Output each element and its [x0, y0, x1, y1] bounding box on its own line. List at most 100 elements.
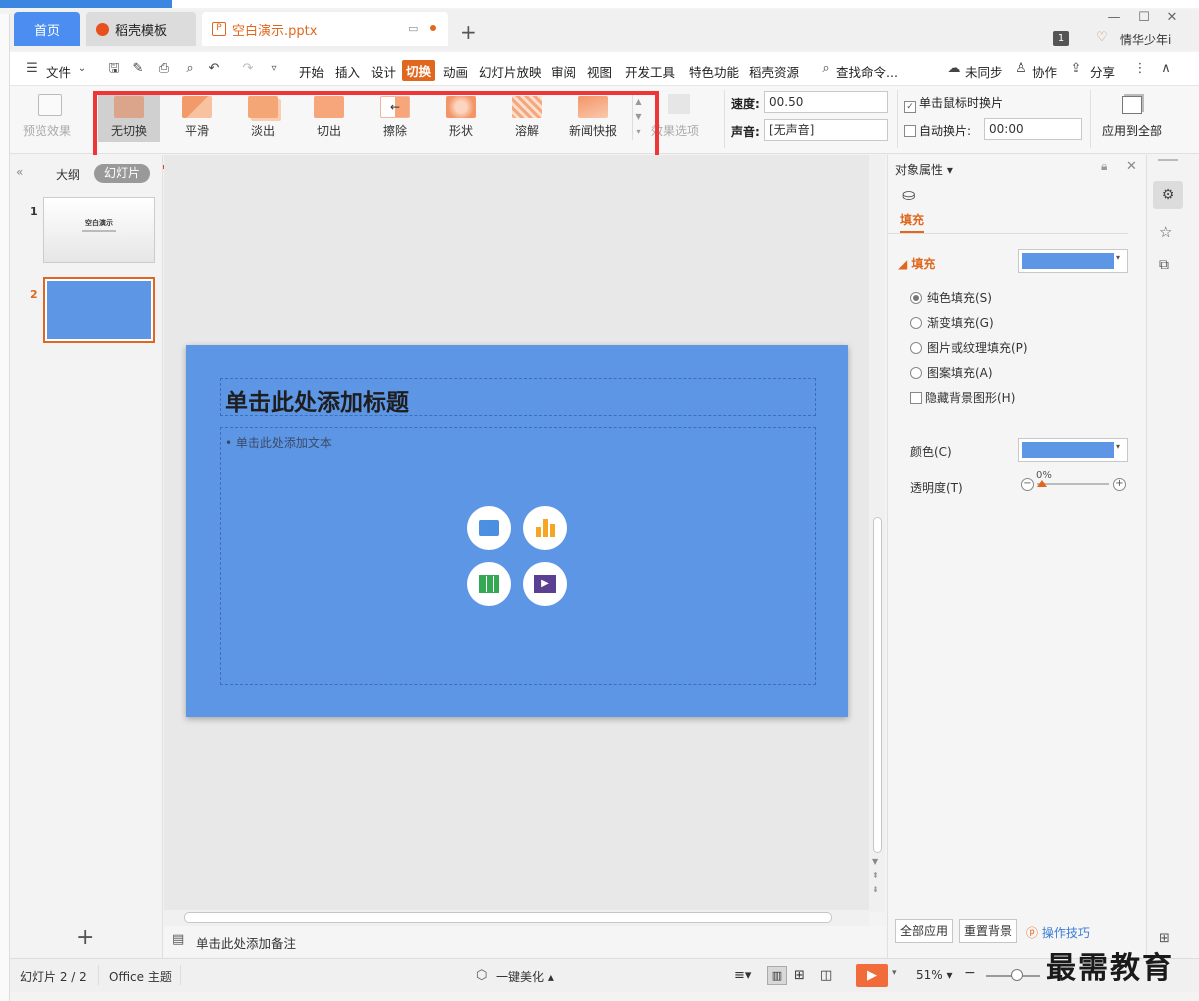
reset-background-button[interactable]: 重置背景	[959, 919, 1018, 943]
apply-all-fill-button[interactable]: 全部应用	[895, 919, 954, 943]
collaborate-button[interactable]: 协作	[1032, 62, 1057, 81]
menu-insert[interactable]: 插入	[335, 62, 360, 81]
zoom-slider-handle[interactable]	[1011, 969, 1023, 981]
menu-developer[interactable]: 开发工具	[625, 62, 675, 81]
tab-home[interactable]: 首页	[14, 12, 80, 46]
vertical-scroll-thumb[interactable]	[873, 517, 882, 853]
command-search[interactable]: 查找命令...	[836, 62, 898, 81]
gradient-fill-option[interactable]: 渐变填充(G)	[910, 314, 994, 331]
save-icon[interactable]: 🖫	[106, 61, 122, 77]
insert-picture-icon[interactable]	[467, 506, 511, 550]
tab-document[interactable]: P 空白演示.pptx ▭	[202, 12, 448, 46]
menu-features[interactable]: 特色功能	[689, 62, 739, 81]
content-placeholder[interactable]: • 单击此处添加文本 ▶	[220, 427, 816, 685]
menu-docer-resources[interactable]: 稻壳资源	[749, 62, 799, 81]
horizontal-scrollbar[interactable]	[164, 910, 869, 926]
horizontal-scroll-thumb[interactable]	[184, 912, 832, 923]
zoom-out-button[interactable]: −	[964, 965, 976, 981]
slide-thumbnail-2[interactable]	[43, 277, 155, 343]
chevron-down-icon[interactable]: ⌄	[74, 61, 90, 77]
preview-icon[interactable]	[38, 94, 62, 116]
monitor-icon[interactable]: ▭	[408, 22, 418, 35]
notes-toggle-icon[interactable]: ≡▾	[734, 968, 751, 983]
customize-toolbar-icon[interactable]: ▿	[266, 61, 282, 77]
solid-fill-option[interactable]: 纯色填充(S)	[910, 289, 992, 306]
auto-switch-checkbox[interactable]: 自动换片:	[904, 122, 971, 139]
speed-input[interactable]: 00.50	[764, 91, 888, 113]
one-click-beautify[interactable]: 一键美化 ▴	[496, 968, 554, 985]
menu-home[interactable]: 开始	[299, 62, 324, 81]
lock-icon[interactable]: 🔒︎	[1101, 159, 1107, 174]
menu-review[interactable]: 审阅	[551, 62, 576, 81]
notes-bar[interactable]: ▤ 单击此处添加备注	[164, 926, 886, 956]
maximize-icon[interactable]: ☐	[1136, 10, 1152, 26]
zoom-level[interactable]: 51% ▾	[916, 968, 953, 982]
fill-bucket-icon[interactable]: ⛀	[902, 185, 915, 204]
menu-slideshow[interactable]: 幻灯片放映	[479, 62, 542, 81]
menu-view[interactable]: 视图	[587, 62, 612, 81]
hamburger-icon[interactable]: ☰	[24, 61, 40, 77]
scroll-arrows[interactable]: ▼ ⇞ ⇟	[872, 855, 879, 897]
preview-effect-button[interactable]: 预览效果	[23, 122, 71, 139]
increase-transparency-button[interactable]: +	[1113, 478, 1126, 491]
file-menu[interactable]: 文件	[46, 62, 71, 81]
undo-icon[interactable]: ↶	[206, 61, 222, 77]
play-slideshow-button[interactable]: ▶	[856, 964, 888, 987]
picture-fill-option[interactable]: 图片或纹理填充(P)	[910, 339, 1028, 356]
user-name[interactable]: 情华少年i	[1120, 31, 1171, 48]
collapse-panel-icon[interactable]: «	[16, 165, 23, 179]
normal-view-icon[interactable]: ▥	[767, 966, 787, 985]
apply-to-all-button[interactable]: 应用到全部	[1102, 122, 1162, 139]
user-avatar-icon[interactable]: ♡	[1096, 30, 1108, 45]
tab-templates[interactable]: 稻壳模板	[86, 12, 196, 46]
pane-title[interactable]: 对象属性 ▾	[895, 161, 953, 178]
slides-tab[interactable]: 幻灯片	[94, 164, 150, 183]
title-placeholder[interactable]: 单击此处添加标题	[220, 378, 816, 416]
format-painter-icon[interactable]: ✎	[130, 61, 146, 77]
reading-view-icon[interactable]: ◫	[820, 968, 832, 983]
decrease-transparency-button[interactable]: −	[1021, 478, 1034, 491]
close-pane-icon[interactable]: ✕	[1126, 159, 1137, 174]
sync-status[interactable]: 未同步	[965, 62, 1003, 81]
outline-tab[interactable]: 大纲	[56, 166, 80, 183]
current-slide[interactable]: 单击此处添加标题 • 单击此处添加文本 ▶	[186, 345, 848, 717]
fill-section-header[interactable]: ◢ 填充	[898, 255, 935, 272]
insert-table-icon[interactable]	[467, 562, 511, 606]
notes-placeholder[interactable]: 单击此处添加备注	[196, 933, 296, 952]
slide-thumbnail-1[interactable]: 空白演示	[43, 197, 155, 263]
vertical-scrollbar[interactable]: ▼ ⇞ ⇟	[869, 155, 885, 912]
add-slide-button[interactable]: +	[76, 925, 94, 950]
transform-icon[interactable]: ⧉	[1159, 257, 1169, 273]
menu-transition[interactable]: 切换	[402, 60, 436, 81]
menu-animation[interactable]: 动画	[443, 62, 468, 81]
transparency-slider-handle[interactable]	[1037, 480, 1047, 487]
redo-icon[interactable]: ↷	[240, 61, 256, 77]
properties-icon[interactable]: ⚙	[1153, 181, 1183, 209]
collapse-ribbon-icon[interactable]: ∧	[1158, 61, 1174, 77]
menu-design[interactable]: 设计	[371, 62, 396, 81]
color-select[interactable]: ▾	[1018, 438, 1128, 462]
slide-sorter-icon[interactable]: ⊞	[794, 968, 805, 983]
click-switch-checkbox[interactable]: ✓ 单击鼠标时换片	[904, 94, 1003, 113]
new-tab-button[interactable]: +	[460, 22, 480, 42]
minimize-icon[interactable]: —	[1106, 10, 1122, 26]
auto-switch-time[interactable]: 00:00	[984, 118, 1082, 140]
tips-link[interactable]: ⓟ 操作技巧	[1026, 924, 1090, 941]
share-button[interactable]: 分享	[1090, 62, 1115, 81]
print-icon[interactable]: ⎙	[156, 61, 172, 77]
play-options-icon[interactable]: ▾	[892, 968, 897, 978]
insert-chart-icon[interactable]	[523, 506, 567, 550]
hide-background-checkbox[interactable]: 隐藏背景图形(H)	[910, 389, 1015, 406]
fill-tab[interactable]: 填充	[900, 211, 925, 233]
fill-color-select[interactable]: ▾	[1018, 249, 1128, 273]
print-preview-icon[interactable]: ⌕	[182, 61, 198, 77]
theme-name[interactable]: Office 主题	[109, 968, 172, 985]
transparency-slider[interactable]	[1037, 483, 1109, 485]
pattern-fill-option[interactable]: 图案填充(A)	[910, 364, 993, 381]
insert-video-icon[interactable]: ▶	[523, 562, 567, 606]
account-badge[interactable]: 1	[1053, 31, 1069, 46]
animation-star-icon[interactable]: ☆	[1159, 223, 1172, 241]
sound-select[interactable]: [无声音]	[764, 119, 888, 141]
more-icon[interactable]: ⋮	[1132, 61, 1148, 77]
close-icon[interactable]: ✕	[1164, 10, 1180, 26]
